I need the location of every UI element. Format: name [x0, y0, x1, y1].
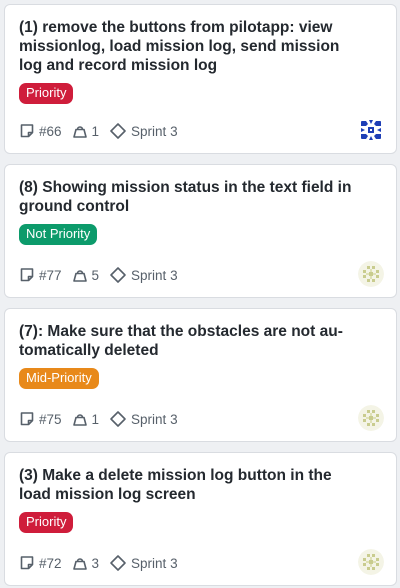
weight-icon: [72, 558, 87, 570]
assignee-avatar[interactable]: [358, 549, 384, 575]
priority-label[interactable]: Mid-Priority: [19, 368, 99, 389]
issue-icon: [20, 556, 34, 570]
identicon-blue-icon: [358, 117, 384, 143]
issue-weight-text: 3: [91, 555, 100, 571]
assignee-avatar[interactable]: [358, 261, 384, 287]
weight-icon: [72, 414, 87, 426]
issue-iteration[interactable]: Sprint 3: [109, 410, 178, 428]
weight-icon: [72, 270, 87, 282]
issue-iteration-text: Sprint 3: [131, 267, 178, 283]
issue-number[interactable]: #66: [19, 123, 62, 139]
issue-iteration[interactable]: Sprint 3: [109, 554, 178, 572]
priority-label[interactable]: Priority: [19, 83, 74, 104]
iteration-icon: [110, 267, 126, 283]
issue-meta: #77 5 Sprint 3: [19, 265, 188, 285]
issue-board: (1) remove the buttons from pilotapp: vi…: [0, 0, 400, 588]
issue-number-text: #77: [39, 267, 62, 283]
issue-meta: #75 1 Sprint 3: [19, 409, 188, 429]
issue-icon: [20, 124, 34, 138]
issue-weight: 5: [72, 267, 100, 283]
identicon-olive-icon: [358, 261, 384, 287]
weight-icon: [72, 126, 87, 138]
identicon-olive-icon: [358, 549, 384, 575]
iteration-icon: [110, 123, 126, 139]
issue-iteration[interactable]: Sprint 3: [109, 122, 178, 140]
issue-card[interactable]: (8) Showing mission status in the text f…: [4, 164, 397, 298]
issue-meta: #66 1 Sprint 3: [19, 121, 188, 141]
issue-weight-text: 1: [91, 123, 100, 139]
priority-label[interactable]: Not Priority: [19, 224, 98, 245]
issue-title[interactable]: (7): Make sure that the obstacles are no…: [19, 322, 359, 360]
issue-title[interactable]: (3) Make a delete mission log button in …: [19, 466, 359, 504]
issue-weight-text: 5: [91, 267, 100, 283]
issue-iteration[interactable]: Sprint 3: [109, 266, 178, 284]
issue-meta: #72 3 Sprint 3: [19, 553, 188, 573]
issue-number-text: #75: [39, 411, 62, 427]
issue-number[interactable]: #77: [19, 267, 62, 283]
issue-title[interactable]: (8) Showing mission status in the text f…: [19, 178, 359, 216]
issue-number[interactable]: #72: [19, 555, 62, 571]
issue-card[interactable]: (1) remove the buttons from pilotapp: vi…: [4, 4, 397, 154]
issue-iteration-text: Sprint 3: [131, 123, 178, 139]
issue-card[interactable]: (7): Make sure that the obstacles are no…: [4, 308, 397, 442]
iteration-icon: [110, 555, 126, 571]
assignee-avatar[interactable]: [358, 117, 384, 143]
issue-card[interactable]: (3) Make a delete mission log button in …: [4, 452, 397, 586]
priority-label[interactable]: Priority: [19, 512, 74, 533]
issue-number[interactable]: #75: [19, 411, 62, 427]
identicon-olive-icon: [358, 405, 384, 431]
issue-iteration-text: Sprint 3: [131, 411, 178, 427]
issue-weight: 1: [72, 123, 100, 139]
issue-weight: 3: [72, 555, 100, 571]
assignee-avatar[interactable]: [358, 405, 384, 431]
issue-iteration-text: Sprint 3: [131, 555, 178, 571]
issue-weight: 1: [72, 411, 100, 427]
issue-title[interactable]: (1) remove the buttons from pilotapp: vi…: [19, 18, 359, 75]
issue-weight-text: 1: [91, 411, 100, 427]
iteration-icon: [110, 411, 126, 427]
issue-number-text: #72: [39, 555, 62, 571]
issue-icon: [20, 412, 34, 426]
issue-icon: [20, 268, 34, 282]
issue-number-text: #66: [39, 123, 62, 139]
